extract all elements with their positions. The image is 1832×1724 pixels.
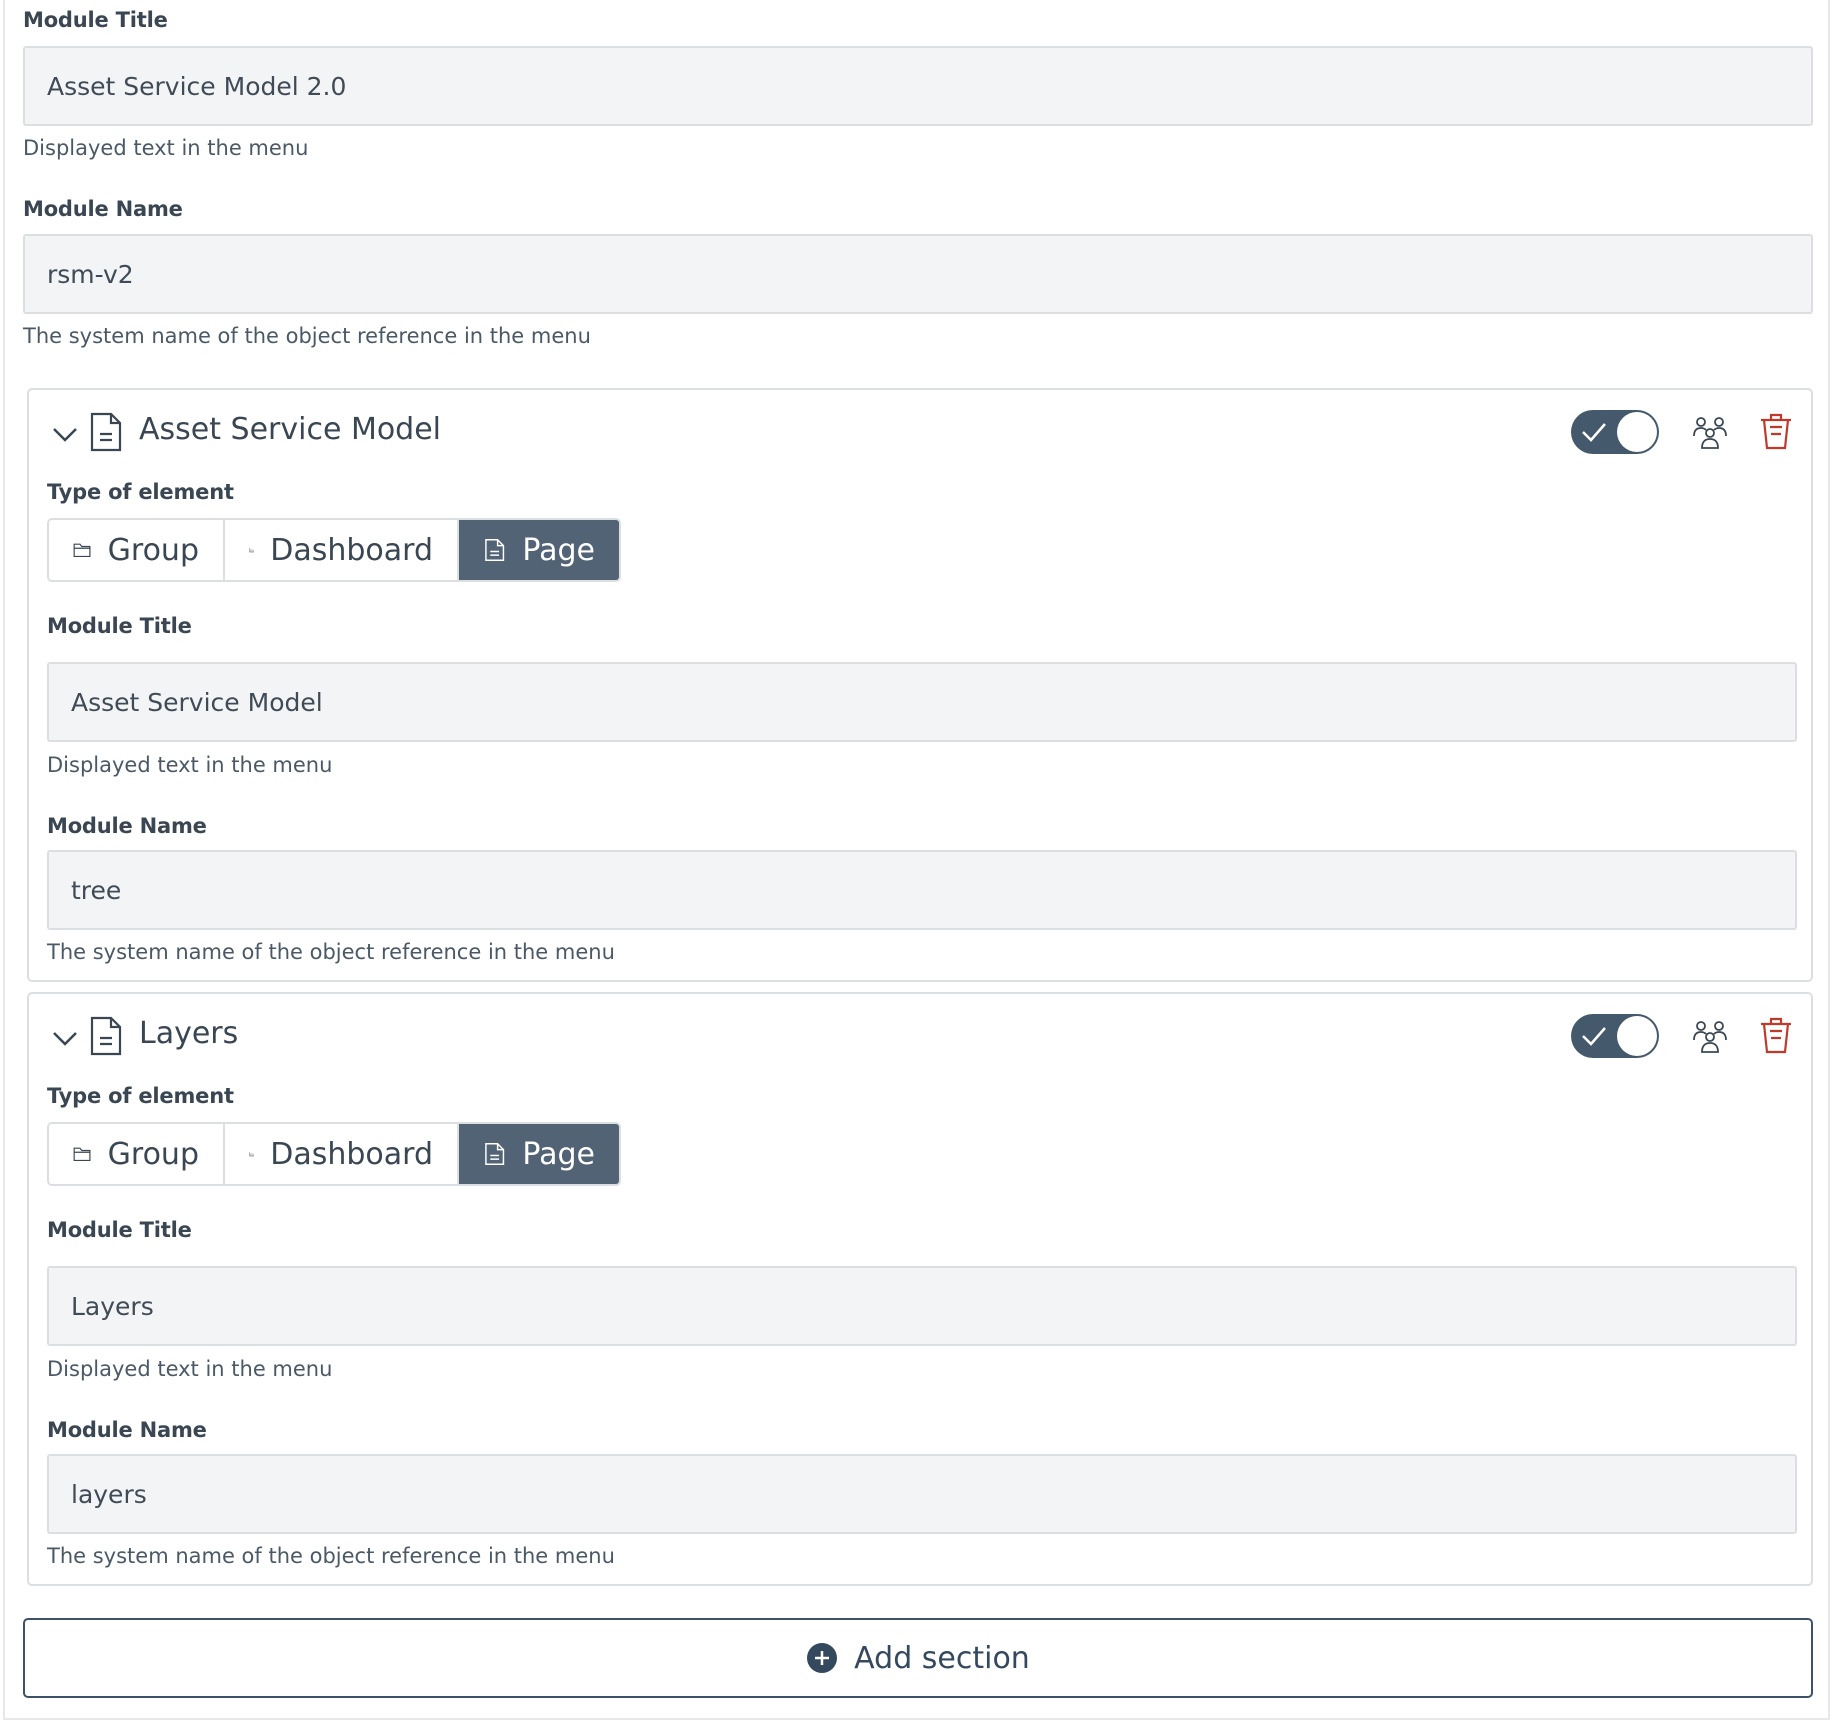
module-name-help: The system name of the object reference … bbox=[47, 940, 615, 964]
type-page-button[interactable]: Page bbox=[459, 520, 619, 580]
settings-panel: Module Title Asset Service Model 2.0 Dis… bbox=[3, 0, 1830, 1720]
element-type-selector: Group Dashboard Page bbox=[47, 1122, 621, 1186]
type-page-label: Page bbox=[522, 532, 595, 568]
module-name-input[interactable]: layers bbox=[47, 1454, 1797, 1534]
folder-icon bbox=[73, 543, 91, 557]
chevron-down-icon[interactable] bbox=[49, 1022, 81, 1054]
type-dashboard-label: Dashboard bbox=[270, 1136, 433, 1172]
users-icon[interactable] bbox=[1693, 414, 1727, 450]
section-header: Layers bbox=[29, 994, 1811, 1080]
element-type-selector: Group Dashboard Page bbox=[47, 518, 621, 582]
module-title-input[interactable]: Asset Service Model bbox=[47, 662, 1797, 742]
module-title-help: Displayed text in the menu bbox=[23, 136, 309, 160]
chevron-down-icon[interactable] bbox=[49, 418, 81, 450]
document-icon bbox=[90, 412, 122, 452]
folder-icon bbox=[73, 1147, 91, 1161]
section-card: Layers Type of element Group Dashboard P… bbox=[27, 992, 1813, 1586]
type-group-button[interactable]: Group bbox=[49, 1124, 225, 1184]
add-section-label: Add section bbox=[854, 1640, 1030, 1676]
trash-icon[interactable] bbox=[1759, 412, 1793, 450]
chart-icon bbox=[249, 1151, 254, 1157]
section-card: Asset Service Model Type of element Grou… bbox=[27, 388, 1813, 982]
toggle-knob bbox=[1617, 412, 1657, 452]
enabled-toggle[interactable] bbox=[1571, 1014, 1659, 1058]
type-of-element-label: Type of element bbox=[47, 480, 234, 504]
type-group-label: Group bbox=[107, 1136, 199, 1172]
module-name-label: Module Name bbox=[47, 1418, 207, 1442]
check-icon bbox=[1582, 1027, 1606, 1046]
type-group-button[interactable]: Group bbox=[49, 520, 225, 580]
type-dashboard-button[interactable]: Dashboard bbox=[225, 520, 459, 580]
section-title: Layers bbox=[139, 1016, 239, 1051]
module-name-input[interactable]: tree bbox=[47, 850, 1797, 930]
check-icon bbox=[1582, 423, 1606, 442]
module-name-label: Module Name bbox=[23, 197, 183, 221]
module-title-help: Displayed text in the menu bbox=[47, 753, 333, 777]
add-section-button[interactable]: Add section bbox=[23, 1618, 1813, 1698]
module-title-label: Module Title bbox=[47, 1218, 192, 1242]
chart-icon bbox=[249, 547, 254, 553]
document-icon bbox=[90, 1016, 122, 1056]
module-title-help: Displayed text in the menu bbox=[47, 1357, 333, 1381]
type-page-button[interactable]: Page bbox=[459, 1124, 619, 1184]
document-icon bbox=[485, 539, 505, 561]
section-header: Asset Service Model bbox=[29, 390, 1811, 476]
module-name-label: Module Name bbox=[47, 814, 207, 838]
type-of-element-label: Type of element bbox=[47, 1084, 234, 1108]
type-dashboard-label: Dashboard bbox=[270, 532, 433, 568]
users-icon[interactable] bbox=[1693, 1018, 1727, 1054]
toggle-knob bbox=[1617, 1016, 1657, 1056]
module-title-input[interactable]: Layers bbox=[47, 1266, 1797, 1346]
module-title-input[interactable]: Asset Service Model 2.0 bbox=[23, 46, 1813, 126]
type-page-label: Page bbox=[522, 1136, 595, 1172]
trash-icon[interactable] bbox=[1759, 1016, 1793, 1054]
section-title: Asset Service Model bbox=[139, 412, 442, 447]
module-title-label: Module Title bbox=[23, 8, 168, 32]
type-dashboard-button[interactable]: Dashboard bbox=[225, 1124, 459, 1184]
enabled-toggle[interactable] bbox=[1571, 410, 1659, 454]
plus-circle-icon bbox=[807, 1643, 838, 1673]
module-name-input[interactable]: rsm-v2 bbox=[23, 234, 1813, 314]
document-icon bbox=[485, 1143, 505, 1165]
module-name-help: The system name of the object reference … bbox=[47, 1544, 615, 1568]
module-title-label: Module Title bbox=[47, 614, 192, 638]
module-name-help: The system name of the object reference … bbox=[23, 324, 591, 348]
type-group-label: Group bbox=[107, 532, 199, 568]
